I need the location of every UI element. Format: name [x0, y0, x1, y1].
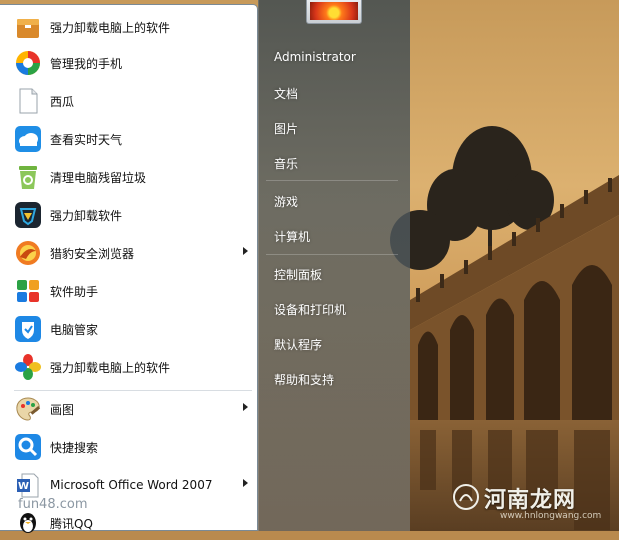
- program-item[interactable]: 猎豹安全浏览器: [8, 236, 252, 270]
- watermark-logo-icon: [453, 484, 479, 510]
- right-link-games[interactable]: 游戏: [274, 193, 298, 210]
- program-label: 西瓜: [50, 94, 75, 109]
- software-assistant-icon: [12, 275, 44, 307]
- program-item[interactable]: 画图: [8, 392, 252, 426]
- program-label: 快捷搜索: [50, 440, 99, 455]
- program-label: 腾讯QQ: [50, 516, 93, 531]
- phone-manager-icon: [12, 47, 44, 79]
- right-link-music[interactable]: 音乐: [274, 155, 298, 172]
- menu-separator: [14, 390, 252, 391]
- program-item[interactable]: 西瓜: [8, 84, 252, 118]
- program-label: 强力卸载电脑上的软件: [50, 20, 171, 35]
- program-item[interactable]: 清理电脑残留垃圾: [8, 160, 252, 194]
- flower-avatar-icon: [310, 2, 358, 20]
- program-label: 清理电脑残留垃圾: [50, 170, 147, 185]
- uninstaller-box-icon: [12, 11, 44, 43]
- program-label: 电脑管家: [50, 322, 99, 337]
- right-link-computer[interactable]: 计算机: [274, 228, 310, 245]
- program-label: 猎豹安全浏览器: [50, 246, 135, 261]
- program-item[interactable]: 电脑管家: [8, 312, 252, 346]
- start-menu: Administrator 文档 图片 音乐 游戏 计算机 控制面板 设备和打印…: [0, 0, 410, 533]
- program-item[interactable]: 强力卸载软件: [8, 198, 252, 232]
- svg-text:W: W: [18, 481, 29, 492]
- right-separator: [266, 254, 398, 255]
- weather-cloud-icon: [12, 123, 44, 155]
- program-item[interactable]: 强力卸载电脑上的软件: [8, 350, 252, 384]
- watermark-left: fun48.com: [18, 497, 88, 512]
- program-label: 软件助手: [50, 284, 99, 299]
- start-menu-programs-pane: 强力卸载电脑上的软件 管理我的手机 西瓜 查看实时天气 清理电脑残留垃圾 强力卸…: [0, 4, 258, 533]
- right-link-user[interactable]: Administrator: [274, 50, 356, 64]
- submenu-arrow-icon: [243, 479, 248, 487]
- shield-uninstall-icon: [12, 199, 44, 231]
- right-link-help-support[interactable]: 帮助和支持: [274, 371, 334, 388]
- cheetah-browser-icon: [12, 237, 44, 269]
- program-item[interactable]: 软件助手: [8, 274, 252, 308]
- magnifier-icon: [12, 431, 44, 463]
- program-item[interactable]: 强力卸载电脑上的软件: [8, 10, 252, 44]
- submenu-arrow-icon: [243, 403, 248, 411]
- right-link-devices-printers[interactable]: 设备和打印机: [274, 301, 346, 318]
- program-item[interactable]: 查看实时天气: [8, 122, 252, 156]
- user-picture[interactable]: [306, 0, 362, 24]
- right-link-pictures[interactable]: 图片: [274, 120, 298, 137]
- program-label: 查看实时天气: [50, 132, 123, 147]
- pc-manager-shield-icon: [12, 313, 44, 345]
- right-link-documents[interactable]: 文档: [274, 85, 298, 102]
- right-link-control-panel[interactable]: 控制面板: [274, 266, 322, 283]
- watermark-right-url: www.hnlongwang.com: [500, 511, 602, 521]
- watermark-right: 河南龙网: [484, 487, 577, 513]
- program-label: 强力卸载电脑上的软件: [50, 360, 171, 375]
- right-link-default-programs[interactable]: 默认程序: [274, 336, 322, 353]
- right-separator: [266, 180, 398, 181]
- program-label: 强力卸载软件: [50, 208, 123, 223]
- recycle-bin-icon: [12, 161, 44, 193]
- program-item[interactable]: 快捷搜索: [8, 430, 252, 464]
- program-label: 画图: [50, 402, 75, 417]
- submenu-arrow-icon: [243, 247, 248, 255]
- program-label: Microsoft Office Word 2007: [50, 478, 213, 492]
- program-item[interactable]: 管理我的手机: [8, 46, 252, 80]
- colorful-petals-icon: [12, 351, 44, 383]
- paint-palette-icon: [12, 393, 44, 425]
- program-label: 管理我的手机: [50, 56, 123, 71]
- blank-document-icon: [12, 85, 44, 117]
